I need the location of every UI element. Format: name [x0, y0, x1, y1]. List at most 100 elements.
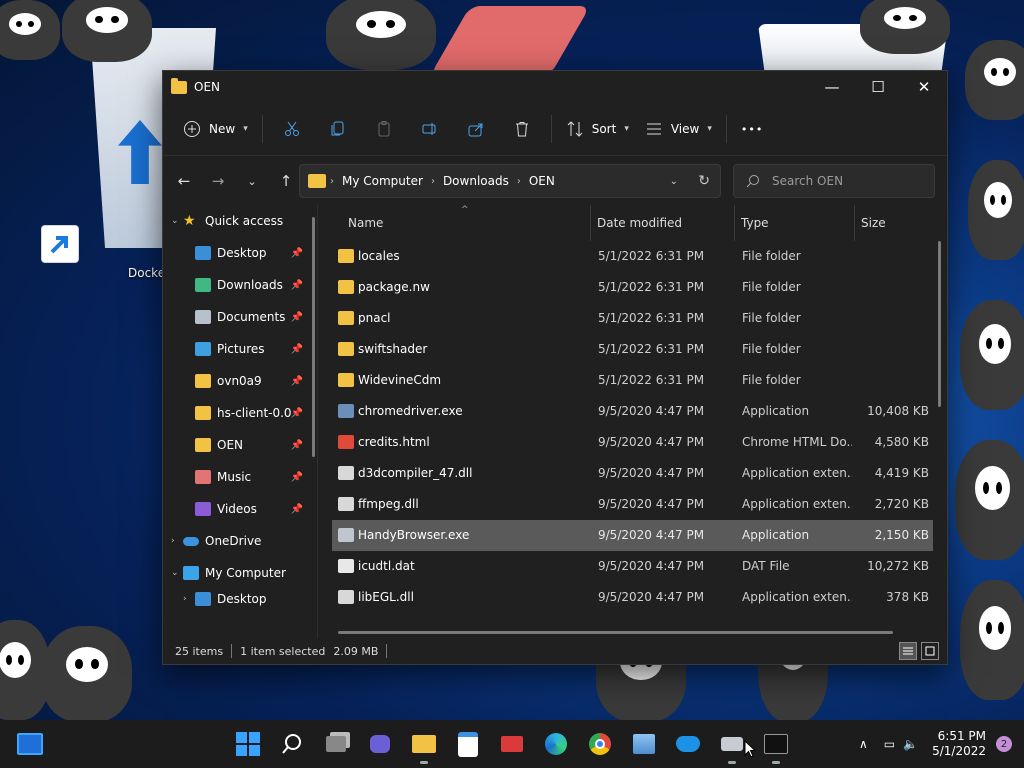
nav-item-pictures[interactable]: Pictures 📌	[163, 333, 317, 365]
expand-chevron-icon[interactable]: ›	[171, 536, 183, 546]
edge-icon[interactable]	[540, 728, 572, 760]
file-row[interactable]: d3dcompiler_47.dll 9/5/2020 4:47 PM Applic…	[318, 458, 947, 489]
column-name[interactable]: Name	[342, 205, 588, 241]
start-icon[interactable]	[232, 728, 264, 760]
docker-shortcut-icon[interactable]	[42, 226, 78, 262]
pin-icon[interactable]: 📌	[291, 312, 303, 323]
pin-icon[interactable]: 📌	[291, 280, 303, 291]
file-row[interactable]: icudtl.dat 9/5/2020 4:47 PM DAT File 10,272…	[318, 551, 947, 582]
breadcrumb-my-computer[interactable]: My Computer	[342, 174, 423, 188]
new-button[interactable]: New ▾	[175, 113, 256, 145]
news-app-icon[interactable]	[496, 728, 528, 760]
maximize-button[interactable]: ☐	[855, 71, 901, 103]
terminal-icon[interactable]	[760, 728, 792, 764]
breadcrumb-oen[interactable]: OEN	[529, 174, 555, 188]
minimize-button[interactable]: —	[809, 71, 855, 103]
details-view-icon[interactable]	[899, 642, 917, 660]
show-hidden-icons-icon[interactable]: ∧	[859, 737, 868, 751]
nav-item-documents[interactable]: Documents 📌	[163, 301, 317, 333]
expand-chevron-icon[interactable]: ›	[183, 594, 195, 604]
cut-button[interactable]	[269, 113, 315, 145]
pin-icon[interactable]: 📌	[291, 376, 303, 387]
nav-item-downloads[interactable]: Downloads 📌	[163, 269, 317, 301]
refresh-icon[interactable]: ↻	[698, 173, 710, 189]
file-row[interactable]: chromedriver.exe 9/5/2020 4:47 PM Applicat…	[318, 396, 947, 427]
close-button[interactable]: ✕	[901, 71, 947, 103]
nav-onedrive[interactable]: › OneDrive	[163, 525, 317, 557]
address-dropdown-icon[interactable]: ⌄	[670, 176, 678, 187]
desktop-shortcut-label[interactable]: Docke	[128, 266, 165, 280]
docker-icon[interactable]	[672, 728, 704, 760]
share-button[interactable]	[453, 113, 499, 145]
sort-button[interactable]: Sort ▾	[558, 113, 637, 145]
file-row[interactable]: credits.html 9/5/2020 4:47 PM Chrome HTML …	[318, 427, 947, 458]
back-arrow-icon[interactable]: ←	[167, 166, 201, 196]
network-icon[interactable]: ▭	[884, 737, 895, 751]
mouse-cursor-icon	[744, 740, 756, 758]
exe-icon	[338, 404, 354, 418]
pin-icon[interactable]: 📌	[291, 408, 303, 419]
pin-icon[interactable]: 📌	[291, 440, 303, 451]
widgets-icon[interactable]	[14, 728, 46, 760]
file-name: swiftshader	[358, 342, 428, 356]
plus-circle-icon	[184, 121, 200, 137]
pin-icon[interactable]: 📌	[291, 472, 303, 483]
nav-quick-access[interactable]: ⌄ ★ Quick access	[163, 205, 317, 237]
forward-arrow-icon[interactable]: →	[201, 166, 235, 196]
horizontal-scrollbar[interactable]	[338, 631, 893, 634]
file-row[interactable]: pnacl 5/1/2022 6:31 PM File folder	[318, 303, 947, 334]
more-options-button[interactable]: •••	[733, 113, 771, 145]
rename-button[interactable]	[407, 113, 453, 145]
up-arrow-icon[interactable]: ↑	[269, 166, 303, 196]
pin-icon[interactable]: 📌	[291, 504, 303, 515]
tiles-view-icon[interactable]	[921, 642, 939, 660]
collapse-chevron-icon[interactable]: ⌄	[171, 568, 183, 578]
file-size: 378 KB	[886, 590, 929, 604]
file-name: chromedriver.exe	[358, 404, 463, 418]
nav-item-videos[interactable]: Videos 📌	[163, 493, 317, 525]
breadcrumb-downloads[interactable]: Downloads	[443, 174, 509, 188]
file-row[interactable]: WidevineCdm 5/1/2022 6:31 PM File folder	[318, 365, 947, 396]
delete-button[interactable]	[499, 113, 545, 145]
paste-button[interactable]	[361, 113, 407, 145]
nav-item-oen[interactable]: OEN 📌	[163, 429, 317, 461]
recent-chevron-icon[interactable]: ⌄	[235, 166, 269, 196]
chrome-icon[interactable]	[584, 728, 616, 760]
file-row[interactable]: HandyBrowser.exe 9/5/2020 4:47 PM Applicat…	[332, 520, 933, 551]
nav-item-music[interactable]: Music 📌	[163, 461, 317, 493]
nav-my-computer[interactable]: ⌄ My Computer	[163, 557, 317, 589]
pin-icon[interactable]: 📌	[291, 248, 303, 259]
title-bar[interactable]: OEN — ☐ ✕	[163, 71, 947, 103]
nav-item-ovn0a9[interactable]: ovn0a9 📌	[163, 365, 317, 397]
search-icon[interactable]	[276, 728, 308, 760]
volume-icon[interactable]: 🔈	[903, 737, 918, 751]
chat-icon[interactable]	[364, 728, 396, 760]
nav-item-desktop[interactable]: Desktop 📌	[163, 237, 317, 269]
file-row[interactable]: locales 5/1/2022 6:31 PM File folder	[318, 241, 947, 272]
column-date-modified[interactable]: Date modified	[590, 205, 733, 241]
column-type[interactable]: Type	[734, 205, 853, 241]
control-panel-icon[interactable]	[628, 728, 660, 760]
store-icon[interactable]	[452, 728, 484, 760]
address-bar[interactable]: › My Computer › Downloads › OEN ⌄ ↻	[299, 164, 721, 198]
file-date: 9/5/2020 4:47 PM	[598, 404, 705, 418]
notification-badge[interactable]: 2	[996, 736, 1012, 752]
task-view-icon[interactable]	[320, 728, 352, 760]
view-button[interactable]: View ▾	[637, 113, 720, 145]
vertical-scrollbar[interactable]	[938, 241, 941, 407]
collapse-chevron-icon[interactable]: ⌄	[171, 216, 183, 226]
column-size[interactable]: Size	[854, 205, 921, 241]
file-type: File folder	[742, 373, 801, 387]
nav-item-hs-client-0-0[interactable]: hs-client-0.0 📌	[163, 397, 317, 429]
copy-button[interactable]	[315, 113, 361, 145]
nav-desktop-sub[interactable]: › Desktop	[163, 589, 317, 609]
search-input[interactable]	[770, 173, 914, 189]
pin-icon[interactable]: 📌	[291, 344, 303, 355]
file-row[interactable]: libEGL.dll 9/5/2020 4:47 PM Application ex…	[318, 582, 947, 613]
file-row[interactable]: package.nw 5/1/2022 6:31 PM File folder	[318, 272, 947, 303]
file-explorer-icon[interactable]	[408, 728, 440, 764]
file-row[interactable]: ffmpeg.dll 9/5/2020 4:47 PM Application ex…	[318, 489, 947, 520]
file-row[interactable]: swiftshader 5/1/2022 6:31 PM File folder	[318, 334, 947, 365]
search-box[interactable]	[733, 164, 935, 198]
clock[interactable]: 6:51 PM 5/1/2022	[932, 729, 986, 759]
